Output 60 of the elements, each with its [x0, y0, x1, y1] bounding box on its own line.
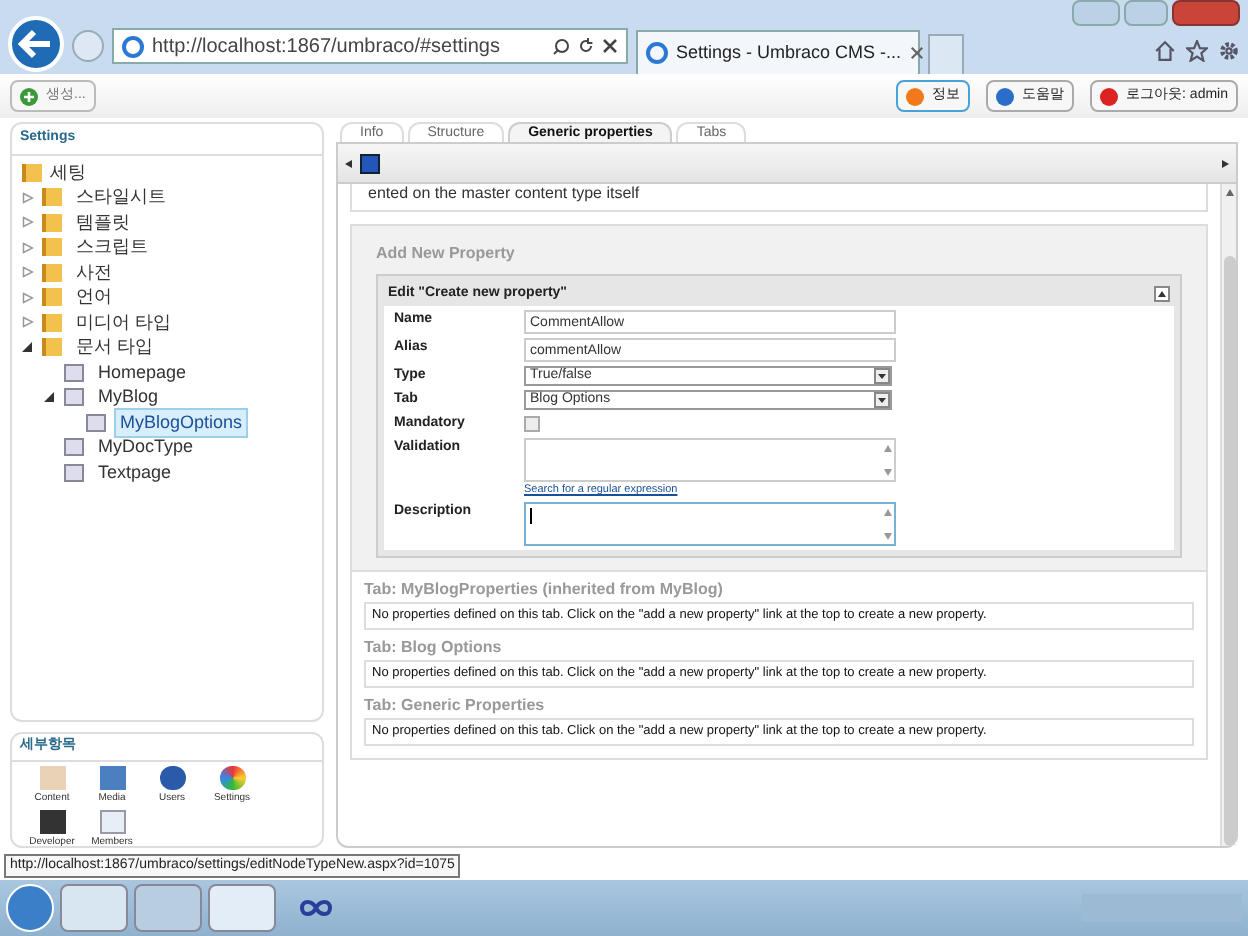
tree-item[interactable]: MyBlogOptions [114, 407, 249, 438]
scroll-left-icon[interactable] [344, 159, 352, 167]
tab-heading: Tab: MyBlogProperties (inherited from MyBlog) [364, 578, 725, 603]
minimize-button[interactable] [1072, 0, 1120, 26]
restore-button[interactable] [1124, 0, 1168, 26]
expanded-arrow-icon[interactable] [22, 342, 32, 353]
tree-item[interactable]: MyDocType [92, 432, 200, 463]
back-button[interactable] [8, 16, 64, 72]
collapsed-arrow-icon[interactable] [22, 216, 34, 229]
tab-heading: Tab: Generic Properties [364, 694, 547, 719]
star-icon[interactable] [1186, 40, 1208, 62]
scrollbar[interactable] [880, 440, 894, 480]
description-text: ented on the master content type itself [368, 184, 640, 202]
tab-heading: Tab: Blog Options [364, 636, 504, 661]
text-area[interactable] [524, 438, 896, 482]
collapsed-arrow-icon[interactable] [22, 291, 34, 304]
gear-icon[interactable] [1218, 40, 1240, 62]
expanded-arrow-icon[interactable] [44, 392, 54, 403]
tree-item[interactable]: 세팅 [50, 159, 86, 187]
collapsed-arrow-icon[interactable] [22, 266, 34, 279]
browser-tab[interactable]: Settings - Umbraco CMS -... [636, 30, 920, 74]
caret-icon [874, 392, 890, 408]
infinity-icon[interactable] [298, 898, 334, 918]
color-wheel-icon [219, 765, 245, 789]
down-arrow-icon[interactable] [883, 532, 891, 541]
tree-item[interactable]: 미디어 타입 [70, 307, 178, 338]
checkbox[interactable] [524, 416, 540, 432]
collapsed-arrow-icon[interactable] [22, 191, 34, 204]
tree-item[interactable]: 사전 [70, 257, 118, 288]
search-icon[interactable] [552, 37, 570, 55]
up-arrow-icon[interactable] [883, 444, 891, 452]
forward-button[interactable] [72, 30, 104, 62]
close-button[interactable] [1172, 0, 1240, 26]
start-button[interactable] [6, 884, 54, 932]
refresh-icon[interactable] [578, 38, 594, 54]
address-text: http://localhost:1867/umbraco/#settings [152, 33, 502, 61]
up-arrow-icon[interactable] [883, 508, 891, 517]
home-icon[interactable] [1154, 40, 1176, 62]
scrollbar[interactable] [880, 504, 894, 545]
text-cursor [530, 508, 532, 525]
section-title: Add New Property [376, 242, 517, 266]
address-bar[interactable]: http://localhost:1867/umbraco/#settings [112, 28, 628, 64]
tree-item[interactable]: 문서 타입 [70, 332, 160, 363]
tree-item[interactable]: 언어 [70, 282, 118, 313]
tree-item[interactable]: Textpage [92, 457, 178, 488]
tree-item[interactable]: 템플릿 [70, 207, 136, 238]
scroll-right-icon[interactable] [1222, 159, 1230, 167]
plus-icon [20, 87, 38, 105]
text-area[interactable] [524, 502, 896, 547]
collapse-button[interactable] [1154, 286, 1170, 302]
tree-item[interactable]: Homepage [92, 357, 193, 388]
caret-icon [874, 368, 890, 384]
tree-item[interactable]: MyBlog [92, 382, 165, 413]
collapsed-arrow-icon[interactable] [22, 241, 34, 254]
tree-item[interactable]: 스크립트 [70, 232, 154, 263]
collapsed-arrow-icon[interactable] [22, 316, 34, 329]
tree-item[interactable]: 스타일시트 [70, 182, 172, 213]
down-arrow-icon[interactable] [883, 468, 891, 476]
up-arrow-icon[interactable] [1225, 188, 1233, 196]
scrollbar[interactable] [1220, 184, 1236, 846]
